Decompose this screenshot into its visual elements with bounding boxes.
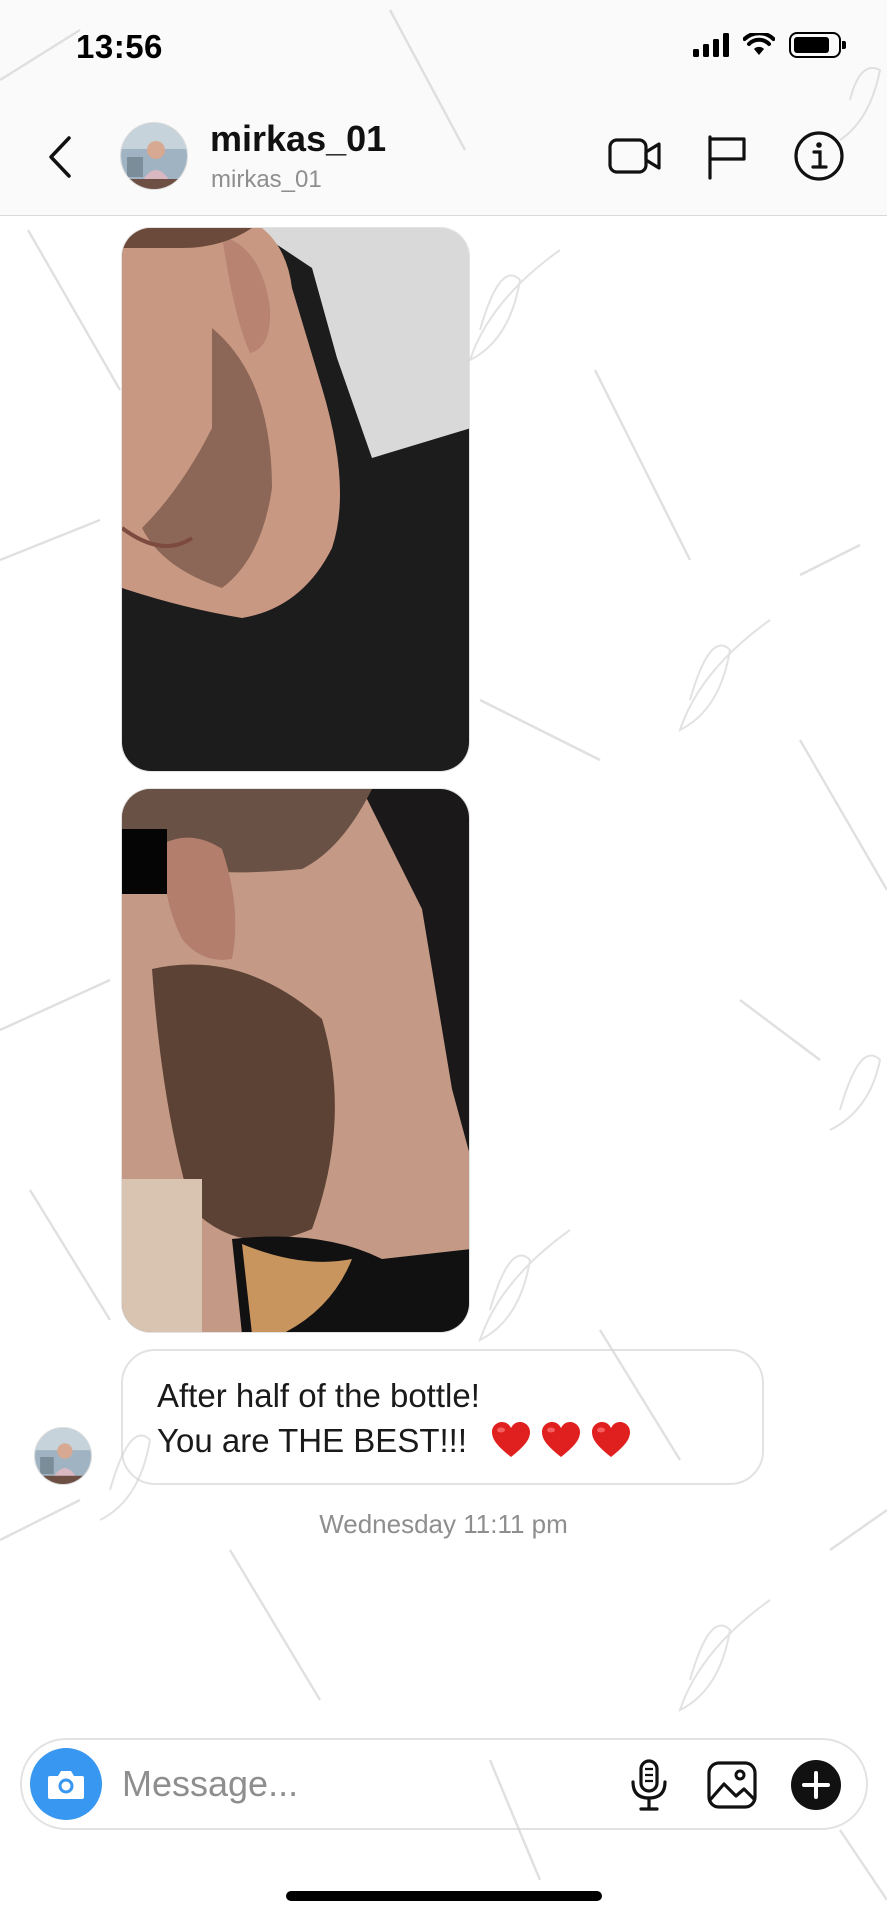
red-heart-icon [592, 1422, 631, 1457]
gallery-icon [707, 1761, 757, 1809]
avatar-image [35, 1428, 91, 1484]
video-call-button[interactable] [607, 128, 663, 184]
message-input[interactable] [122, 1762, 622, 1806]
heart-emojis [490, 1420, 632, 1460]
chat-header: mirkas_01 mirkas_01 [0, 100, 887, 216]
battery-icon [789, 32, 846, 58]
chevron-left-icon [49, 136, 71, 178]
sender-avatar[interactable] [34, 1427, 92, 1485]
video-camera-icon [608, 138, 661, 174]
message-composer [20, 1738, 868, 1830]
home-indicator [286, 1891, 602, 1901]
profile-username: mirkas_01 [211, 166, 322, 193]
info-icon [794, 131, 844, 181]
camera-icon [48, 1771, 84, 1799]
flag-icon [708, 135, 746, 180]
voice-message-button[interactable] [622, 1758, 676, 1812]
chat-thread[interactable]: After half of the bottle! You are THE BE… [0, 217, 887, 1727]
header-actions [607, 128, 847, 184]
message-line-1: After half of the bottle! [157, 1377, 480, 1414]
photo-message[interactable] [121, 788, 470, 1333]
message-line-2: You are THE BEST!!! [157, 1422, 467, 1459]
plus-icon [791, 1760, 841, 1810]
wifi-icon [743, 33, 775, 55]
camera-button[interactable] [30, 1748, 102, 1820]
report-button[interactable] [699, 128, 755, 184]
status-bar: 13:56 [0, 0, 887, 100]
back-button[interactable] [40, 132, 80, 182]
red-heart-icon [542, 1422, 581, 1457]
more-options-button[interactable] [789, 1758, 843, 1812]
status-time: 13:56 [76, 28, 163, 65]
info-button[interactable] [791, 128, 847, 184]
photo-image [122, 789, 469, 1332]
profile-avatar[interactable] [120, 122, 188, 190]
photo-message[interactable] [121, 227, 470, 772]
gallery-button[interactable] [705, 1758, 759, 1812]
status-icons [693, 32, 846, 58]
microphone-icon [631, 1759, 667, 1811]
profile-name[interactable]: mirkas_01 [210, 118, 386, 160]
message-row: After half of the bottle! You are THE BE… [34, 1349, 764, 1489]
red-heart-icon [492, 1422, 531, 1457]
message-timestamp: Wednesday 11:11 pm [319, 1509, 568, 1539]
avatar-image [121, 123, 187, 189]
cellular-signal-icon [693, 33, 729, 57]
photo-image [122, 228, 469, 771]
message-bubble[interactable]: After half of the bottle! You are THE BE… [121, 1349, 764, 1485]
